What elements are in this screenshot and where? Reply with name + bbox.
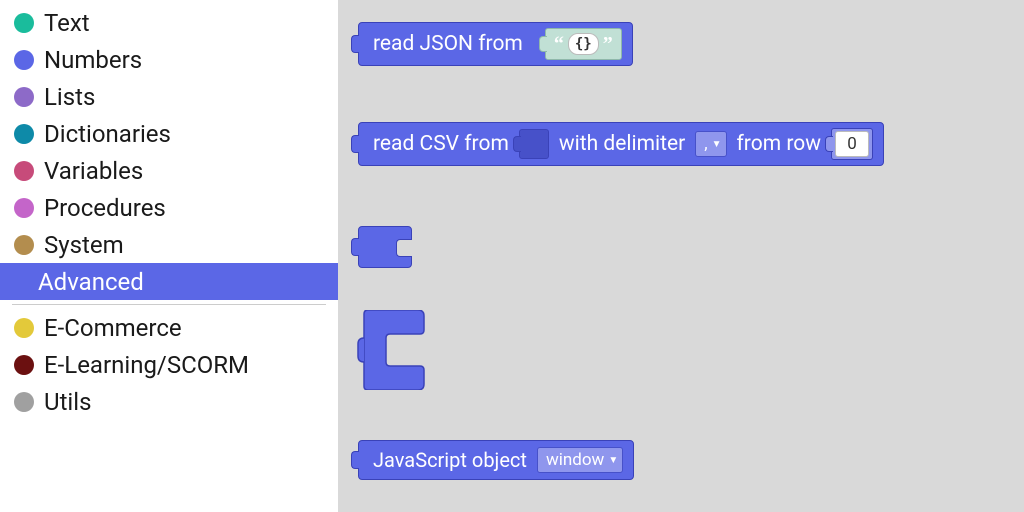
category-divider [12,304,326,305]
category-item-numbers[interactable]: Numbers [0,41,338,78]
category-color-dot [14,355,34,375]
close-quote-icon: ” [603,33,613,56]
row-number-input[interactable]: 0 [835,131,869,157]
category-item-utils[interactable]: Utils [0,383,338,420]
category-color-dot [14,235,34,255]
category-label: Variables [44,157,143,185]
output-tab [351,238,359,256]
category-item-system[interactable]: System [0,226,338,263]
json-text-input[interactable]: {} [568,33,599,55]
block-label: JavaScript object [373,448,527,472]
output-tab [351,451,359,469]
category-item-e-commerce[interactable]: E-Commerce [0,309,338,346]
number-socket[interactable]: 0 [831,128,873,160]
category-label: E-Commerce [44,314,182,342]
category-label: E-Learning/SCORM [44,351,249,379]
category-color-dot [14,50,34,70]
category-label: Dictionaries [44,120,171,148]
value-socket[interactable] [519,129,549,159]
category-color-dot [14,198,34,218]
delimiter-dropdown[interactable]: , ▼ [695,131,726,157]
output-tab [351,35,359,53]
category-color-dot [14,161,34,181]
category-item-e-learning-scorm[interactable]: E-Learning/SCORM [0,346,338,383]
category-label: System [44,231,124,259]
category-item-variables[interactable]: Variables [0,152,338,189]
category-label: Text [44,9,90,37]
block-c-shape[interactable] [356,310,428,394]
category-label: Lists [44,83,95,111]
block-label: with delimiter [559,132,685,156]
category-label: Advanced [38,268,144,296]
output-tab [351,135,359,153]
block-read-csv[interactable]: read CSV from with delimiter , ▼ from ro… [358,122,884,166]
c-block-body [356,310,428,390]
open-quote-icon: “ [554,33,564,56]
category-label: Utils [44,388,91,416]
block-empty-value[interactable] [358,226,412,268]
chevron-down-icon: ▼ [608,455,618,466]
category-label: Procedures [44,194,166,222]
category-color-dot [14,87,34,107]
string-input-block[interactable]: “ {} ” [545,28,622,60]
block-canvas[interactable]: read JSON from “ {} ” read CSV from with… [338,0,1024,512]
category-sidebar: Text Numbers Lists Dictionaries Variables Pro… [0,0,338,512]
category-item-text[interactable]: Text [0,4,338,41]
category-item-procedures[interactable]: Procedures [0,189,338,226]
category-color-dot [14,124,34,144]
category-item-advanced[interactable]: Advanced [0,263,338,300]
block-label: from row [737,132,821,156]
block-label: read JSON from [373,32,523,56]
block-js-object[interactable]: JavaScript object window ▼ [358,440,634,480]
category-color-dot [14,13,34,33]
category-color-dot [14,318,34,338]
block-read-json[interactable]: read JSON from “ {} ” [358,22,633,66]
block-label: read CSV from [373,132,509,156]
category-color-dot [14,392,34,412]
category-label: Numbers [44,46,142,74]
category-item-dictionaries[interactable]: Dictionaries [0,115,338,152]
category-item-lists[interactable]: Lists [0,78,338,115]
input-socket[interactable] [396,239,412,257]
chevron-down-icon: ▼ [712,139,722,150]
js-object-dropdown[interactable]: window ▼ [537,447,623,473]
